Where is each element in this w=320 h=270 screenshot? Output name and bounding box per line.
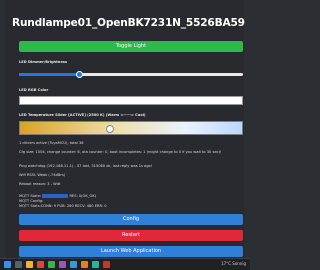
start-icon[interactable] xyxy=(4,261,11,268)
launch-web-app-button[interactable]: Launch Web Application xyxy=(19,246,243,257)
page-title: Rundlampe01_OpenBK7231N_5526BA59 xyxy=(12,17,245,29)
config-button[interactable]: Config xyxy=(19,214,243,225)
mqtt-config-label: MQTT Config: xyxy=(19,199,44,203)
restart-button[interactable]: Restart xyxy=(19,230,243,241)
mqtt-state-value: RES: 0(OK_OK) xyxy=(69,194,97,198)
search-icon[interactable] xyxy=(15,261,22,268)
app-icon[interactable] xyxy=(103,261,110,268)
taskbar: 17°C Sonnig xyxy=(0,258,250,270)
app-icon[interactable] xyxy=(37,261,44,268)
mqtt-stats-row: MQTT Stats:CONN: 9 PUB: 260 RECV: 480 ER… xyxy=(19,204,107,208)
browser-icon[interactable] xyxy=(70,261,77,268)
mqtt-config-row: MQTT Config: xyxy=(19,199,43,203)
app-icon[interactable] xyxy=(48,261,55,268)
folder-icon[interactable] xyxy=(26,261,33,268)
cfg-info: Cfg size: 1504, change counter: 6, ota c… xyxy=(19,150,222,154)
brightness-knob[interactable] xyxy=(75,71,83,78)
brightness-slider[interactable] xyxy=(19,71,243,78)
wifi-info: Wifi RSSI: Weak (-74dBm) xyxy=(19,173,66,177)
mqtt-state-row: MQTT State: RES: 0(OK_OK) xyxy=(19,194,96,198)
app-icon[interactable] xyxy=(81,261,88,268)
redacted-block xyxy=(42,194,69,198)
temperature-label: LED Temperature Slider [ACTIVE] (2500 K)… xyxy=(19,113,146,117)
rgb-label: LED RGB Color xyxy=(19,88,49,92)
brightness-fill xyxy=(19,73,80,76)
drivers-info: 1 drivers active (TuyaMCU), total 36 xyxy=(19,141,84,145)
ping-info: Ping watchdog (192.168.11.1) - 37 lost, … xyxy=(19,164,153,168)
brightness-label: LED Dimmer/Brightness xyxy=(19,60,68,64)
rgb-color-picker[interactable] xyxy=(19,96,243,105)
toggle-light-button[interactable]: Toggle Light xyxy=(19,41,243,52)
reboot-info: Reboot reason: 3 - Wdt xyxy=(19,182,61,186)
app-icon[interactable] xyxy=(59,261,66,268)
temperature-slider[interactable] xyxy=(19,121,243,135)
page: Rundlampe01_OpenBK7231N_5526BA59 Toggle … xyxy=(6,0,245,258)
app-icon[interactable] xyxy=(92,261,99,268)
weather-tray[interactable]: 17°C Sonnig xyxy=(221,261,246,266)
mqtt-state-label: MQTT State: xyxy=(19,194,42,198)
temperature-knob[interactable] xyxy=(106,125,115,133)
